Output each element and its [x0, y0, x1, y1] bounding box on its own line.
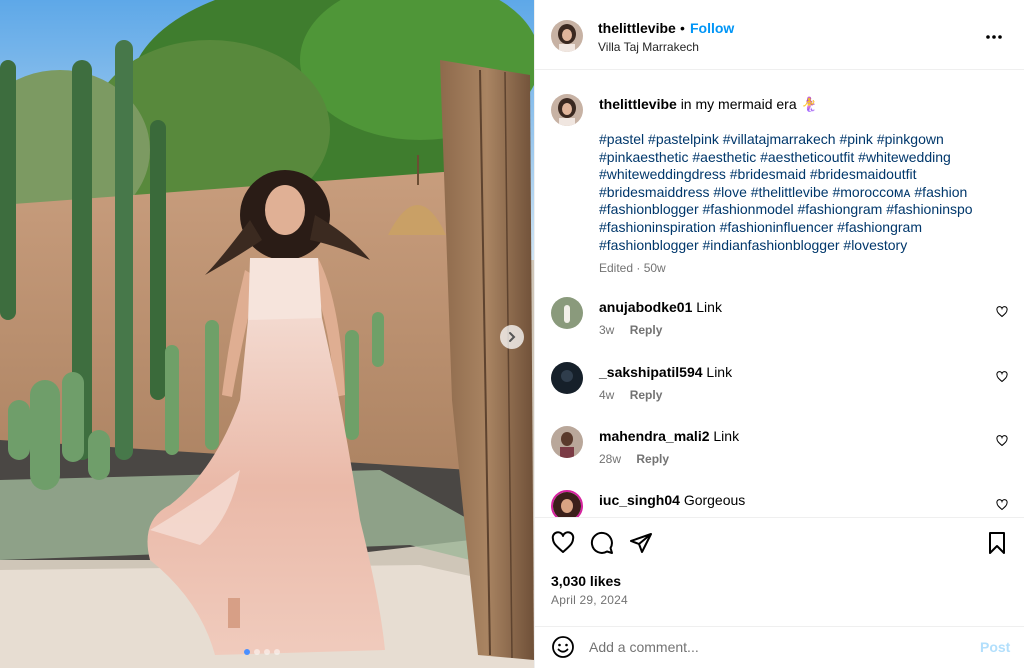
comment-button[interactable]: [590, 531, 614, 558]
comment-text: anujabodke01 Link: [599, 299, 722, 315]
comment-item: iuc_singh04 Gorgeous: [535, 490, 1024, 517]
more-horizontal-icon: [986, 35, 1002, 39]
emoji-icon: [552, 636, 574, 658]
avatar[interactable]: [551, 362, 583, 394]
reply-button[interactable]: Reply: [636, 452, 669, 466]
comments-section[interactable]: thelittlevibe in my mermaid era 🧜‍♀️ #pa…: [535, 71, 1024, 517]
comment-age: 3w: [599, 323, 615, 337]
post-header: thelittlevibe • Follow Villa Taj Marrake…: [535, 0, 1024, 70]
separator-dot: •: [680, 20, 685, 36]
comment-username[interactable]: mahendra_mali2: [599, 428, 710, 444]
heart-icon: [996, 306, 1008, 318]
carousel-dot: [274, 649, 280, 655]
comment-item: anujabodke01 Link 3w Reply: [535, 297, 1024, 357]
post-comment-button[interactable]: Post: [980, 639, 1010, 655]
comment-body: Link: [706, 364, 733, 380]
avatar[interactable]: [551, 426, 583, 458]
post-media[interactable]: [0, 0, 534, 668]
carousel-next-button[interactable]: [500, 325, 524, 349]
heart-icon: [996, 435, 1008, 447]
post-actions: 3,030 likes April 29, 2024: [535, 517, 1024, 627]
comment-text: _sakshipatil594 Link: [599, 364, 732, 380]
caption-text: in my mermaid era 🧜‍♀️: [680, 96, 818, 112]
carousel-dot: [244, 649, 250, 655]
comment-meta: 3w Reply: [599, 323, 662, 337]
comment-age: 28w: [599, 452, 622, 466]
instagram-post: thelittlevibe • Follow Villa Taj Marrake…: [0, 0, 1024, 668]
post-caption: thelittlevibe in my mermaid era 🧜‍♀️: [599, 95, 999, 113]
share-button[interactable]: [629, 531, 653, 558]
header-username[interactable]: thelittlevibe: [598, 20, 676, 36]
comment-body: Link: [696, 299, 722, 315]
share-icon: [630, 533, 652, 553]
comment-input[interactable]: [589, 635, 959, 659]
bookmark-icon: [989, 532, 1005, 554]
follow-button[interactable]: Follow: [690, 20, 734, 36]
like-button[interactable]: [551, 531, 575, 558]
caption-username[interactable]: thelittlevibe: [599, 96, 677, 112]
reply-button[interactable]: Reply: [630, 388, 663, 402]
comment-meta: 4w Reply: [599, 388, 662, 402]
avatar[interactable]: [551, 20, 583, 52]
comment-item: _sakshipatil594 Link 4w Reply: [535, 362, 1024, 422]
comment-username[interactable]: _sakshipatil594: [599, 364, 703, 380]
like-comment-button[interactable]: [996, 305, 1008, 321]
comment-text: mahendra_mali2 Link: [599, 428, 739, 444]
heart-icon: [996, 499, 1008, 511]
like-comment-button[interactable]: [996, 434, 1008, 450]
heart-icon: [551, 531, 575, 553]
comment-username[interactable]: anujabodke01: [599, 299, 692, 315]
comment-age: 4w: [599, 388, 615, 402]
caption-hashtags[interactable]: #pastel #pastelpink #villatajmarrakech #…: [599, 131, 999, 254]
save-button[interactable]: [985, 531, 1009, 558]
avatar[interactable]: [551, 490, 583, 517]
more-options-button[interactable]: [985, 28, 1003, 49]
like-comment-button[interactable]: [996, 370, 1008, 386]
likes-count[interactable]: 3,030 likes: [551, 573, 621, 589]
heart-icon: [996, 371, 1008, 383]
avatar[interactable]: [551, 297, 583, 329]
carousel-dot: [264, 649, 270, 655]
chevron-right-icon: [509, 332, 516, 342]
edited-timestamp: Edited · 50w: [599, 261, 666, 275]
emoji-button[interactable]: [551, 635, 575, 662]
comment-icon: [590, 531, 613, 554]
reply-button[interactable]: Reply: [630, 323, 663, 337]
comment-body: Link: [713, 428, 740, 444]
location-link[interactable]: Villa Taj Marrakech: [598, 40, 699, 54]
comment-item: mahendra_mali2 Link 28w Reply: [535, 426, 1024, 486]
like-comment-button[interactable]: [996, 498, 1008, 514]
post-date: April 29, 2024: [551, 593, 628, 607]
avatar[interactable]: [551, 94, 583, 126]
post-photo: [0, 0, 534, 668]
comment-text: iuc_singh04 Gorgeous: [599, 492, 745, 508]
comment-username[interactable]: iuc_singh04: [599, 492, 680, 508]
carousel-indicator: [244, 649, 280, 655]
add-comment-bar: Post: [535, 626, 1024, 668]
comment-meta: 28w Reply: [599, 452, 669, 466]
post-panel: thelittlevibe • Follow Villa Taj Marrake…: [534, 0, 1024, 668]
comment-body: Gorgeous: [683, 492, 746, 508]
carousel-dot: [254, 649, 260, 655]
